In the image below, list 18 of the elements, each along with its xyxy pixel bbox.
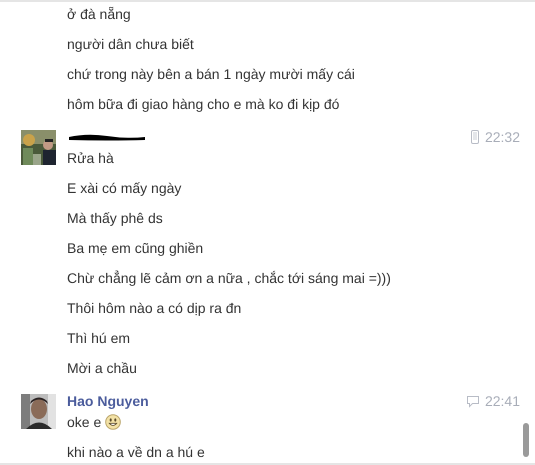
- timestamp: 22:32: [484, 128, 520, 146]
- message-text: Chừ chẳng lẽ cảm ơn a nữa , chắc tới sáng mai =))): [67, 269, 391, 287]
- message-text: E xài có mấy ngày: [67, 179, 182, 197]
- message-text: Rửa hà: [67, 149, 114, 167]
- message-text: hôm bữa đi giao hàng cho e mà ko đi kịp đó: [67, 95, 340, 113]
- message-text: ở đà nẵng: [67, 5, 131, 23]
- message-text: Ba mẹ em cũng ghiền: [67, 239, 204, 257]
- message-text: người dân chưa biết: [67, 35, 194, 53]
- timestamp: 22:41: [484, 392, 520, 410]
- message-text: Thôi hôm nào a có dịp ra đn: [67, 299, 242, 317]
- message-text: khi nào a về dn a hú e: [67, 443, 205, 461]
- message-text: oke e: [67, 413, 102, 431]
- message-text: chứ trong này bên a bán 1 ngày mười mấy cái: [67, 65, 355, 83]
- message-text: Thì hú em: [67, 329, 130, 347]
- message-text: Mời a chầu: [67, 359, 137, 377]
- scrollbar-thumb[interactable]: [523, 423, 529, 457]
- sender-name[interactable]: Hao Nguyen: [67, 390, 149, 412]
- message-text: Mà thấy phê ds: [67, 209, 163, 227]
